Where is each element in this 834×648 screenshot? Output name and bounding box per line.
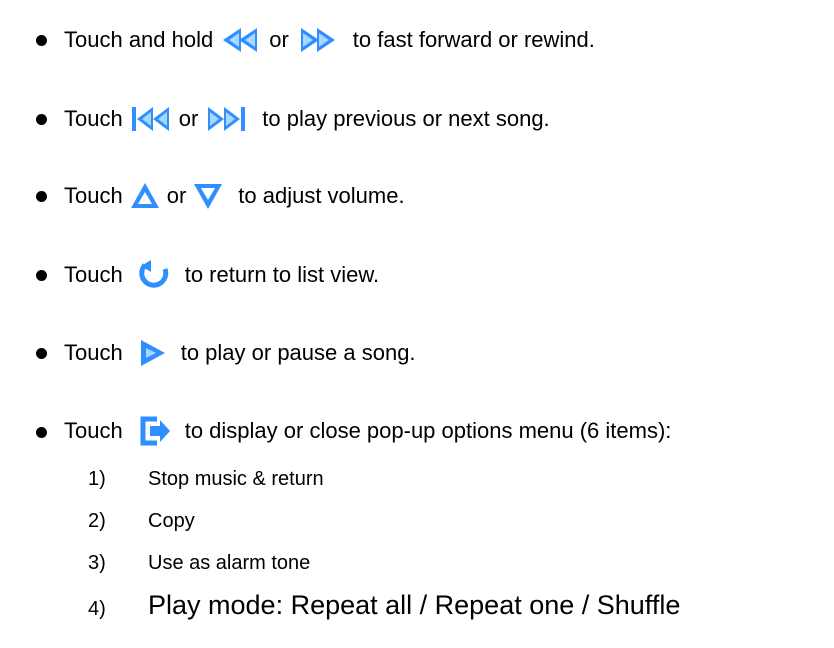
instruction-touch: Touch and hold (64, 27, 214, 52)
instruction-rest: to return to list view. (184, 262, 380, 287)
menu-item-number: 4) (88, 598, 106, 620)
bullet (36, 191, 47, 202)
instruction-line: Touch or to adjust volume. (64, 166, 405, 226)
return-icon (137, 259, 171, 291)
instruction-or: or (166, 183, 187, 208)
rewind-icon (219, 25, 263, 55)
bullet (36, 348, 47, 359)
bullet (36, 427, 47, 438)
instruction-or: or (178, 106, 199, 131)
menu-item-number: 1) (88, 468, 106, 490)
instruction-line: Touch or to play previous or next song. (64, 89, 550, 149)
instruction-or: or (269, 27, 289, 52)
instruction-rest: to adjust volume. (238, 183, 405, 208)
rewind-icon (129, 104, 173, 134)
instruction-rest: to play or pause a song. (180, 340, 416, 365)
instruction-line: Touch to display or close pop-up options… (64, 401, 671, 461)
menu-item-label: Play mode: Repeat all / Repeat one / Shu… (148, 590, 681, 620)
menu-icon (137, 415, 171, 447)
fast-forward-icon (204, 104, 248, 134)
instruction-line: Touch and hold or to fast forward or rew… (64, 10, 595, 70)
menu-item-label: Use as alarm tone (148, 552, 311, 574)
instruction-touch: Touch (64, 340, 123, 365)
instruction-touch: Touch (64, 262, 123, 287)
menu-item-number: 2) (88, 510, 106, 532)
fast-forward-icon (295, 25, 339, 55)
instruction-rest: to fast forward or rewind. (352, 27, 595, 52)
bullet (36, 114, 47, 125)
instruction-touch: Touch (64, 106, 123, 131)
volume-up-icon (129, 181, 161, 211)
volume-down-icon (192, 181, 224, 211)
menu-item-number: 3) (88, 552, 106, 574)
menu-item-label: Stop music & return (148, 468, 324, 490)
instruction-touch: Touch (64, 183, 123, 208)
play-icon (137, 338, 167, 368)
instruction-rest: to play previous or next song. (262, 106, 550, 131)
instruction-rest: to display or close pop-up options menu … (184, 418, 672, 443)
bullet (36, 35, 47, 46)
menu-item-label: Copy (148, 510, 195, 532)
instruction-line: Touch to return to list view. (64, 245, 379, 305)
bullet (36, 270, 47, 281)
instruction-line: Touch to play or pause a song. (64, 323, 416, 383)
instruction-touch: Touch (64, 418, 123, 443)
